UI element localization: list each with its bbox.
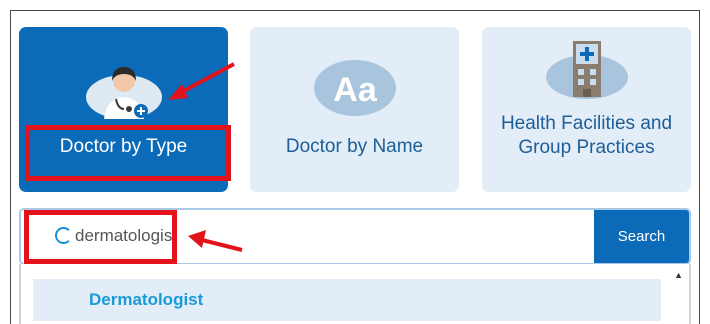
svg-text:Aa: Aa: [333, 71, 378, 109]
text-aa-icon: Aa: [313, 57, 397, 124]
search-input[interactable]: [43, 216, 583, 256]
suggestions-dropdown: ▲ Dermatologist: [19, 264, 691, 324]
tile-label: Health Facilities and Group Practices: [500, 113, 673, 158]
scroll-up-arrow-icon[interactable]: ▲: [674, 270, 683, 280]
suggestion-item[interactable]: Dermatologist: [33, 279, 661, 321]
search-bar: Search: [19, 208, 691, 265]
search-button[interactable]: Search: [594, 210, 689, 263]
hospital-building-icon: [545, 37, 629, 106]
tile-label: Doctor by Type: [59, 136, 188, 157]
tile-doctor-by-name[interactable]: Aa Doctor by Name: [250, 27, 459, 192]
tile-label: Doctor by Name: [285, 136, 424, 157]
tile-doctor-by-type[interactable]: Doctor by Type: [19, 27, 228, 192]
tile-health-facilities[interactable]: Health Facilities and Group Practices: [482, 27, 691, 192]
doctor-icon: [84, 53, 164, 128]
